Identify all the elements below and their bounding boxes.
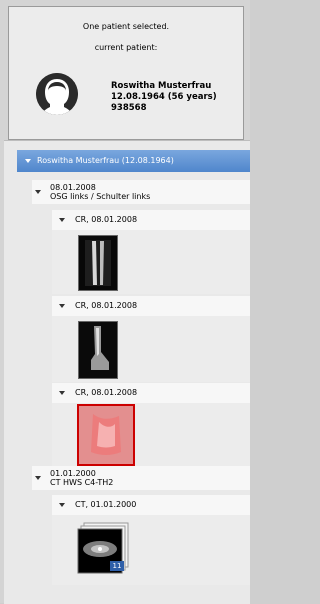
series-label: CT, 01.01.2000	[75, 500, 137, 509]
study-date: 01.01.2000	[50, 469, 96, 478]
study-row[interactable]: 08.01.2008 OSG links / Schulter links	[32, 180, 250, 204]
study-description: OSG links / Schulter links	[50, 192, 151, 201]
series-label: CR, 08.01.2008	[75, 301, 138, 310]
current-patient-label: current patient:	[94, 43, 158, 52]
expand-arrow-icon[interactable]	[25, 159, 31, 163]
xray-thumbnail-selected[interactable]	[77, 404, 135, 466]
series-row[interactable]: CR, 08.01.2008	[52, 296, 250, 316]
patient-header: One patient selected. current patient: R…	[8, 6, 244, 140]
tree-patient-label: Roswitha Musterfrau (12.08.1964)	[37, 156, 174, 165]
patient-info: Roswitha Musterfrau 12.08.1964 (56 years…	[111, 81, 217, 114]
series-row[interactable]: CR, 08.01.2008	[52, 210, 250, 230]
ct-stack-thumbnail[interactable]: 11	[76, 521, 136, 577]
patient-dob: 12.08.1964 (56 years)	[111, 92, 217, 102]
series-row[interactable]: CT, 01.01.2000	[52, 495, 250, 515]
selection-status: One patient selected.	[82, 22, 170, 31]
series-thumbnails	[52, 230, 250, 294]
series-thumbnails: 11	[52, 515, 250, 585]
image-count-badge: 11	[110, 561, 124, 571]
series-label: CR, 08.01.2008	[75, 215, 138, 224]
study-row[interactable]: 01.01.2000 CT HWS C4-TH2	[32, 466, 250, 490]
xray-thumbnail[interactable]	[78, 321, 118, 379]
patient-id: 938568	[111, 103, 147, 113]
study-date: 08.01.2008	[50, 183, 96, 192]
expand-arrow-icon[interactable]	[59, 503, 65, 507]
expand-arrow-icon[interactable]	[35, 190, 41, 194]
series-label: CR, 08.01.2008	[75, 388, 138, 397]
expand-arrow-icon[interactable]	[35, 476, 41, 480]
series-thumbnails	[52, 316, 250, 382]
expand-arrow-icon[interactable]	[59, 391, 65, 395]
tree-patient-row[interactable]: Roswitha Musterfrau (12.08.1964)	[17, 150, 250, 172]
study-description: CT HWS C4-TH2	[50, 478, 114, 487]
patient-avatar-icon	[36, 73, 78, 115]
series-thumbnails	[52, 403, 250, 467]
expand-arrow-icon[interactable]	[59, 218, 65, 222]
expand-arrow-icon[interactable]	[59, 304, 65, 308]
patient-name: Roswitha Musterfrau	[111, 81, 212, 91]
xray-thumbnail[interactable]	[78, 235, 118, 291]
series-row[interactable]: CR, 08.01.2008	[52, 383, 250, 403]
